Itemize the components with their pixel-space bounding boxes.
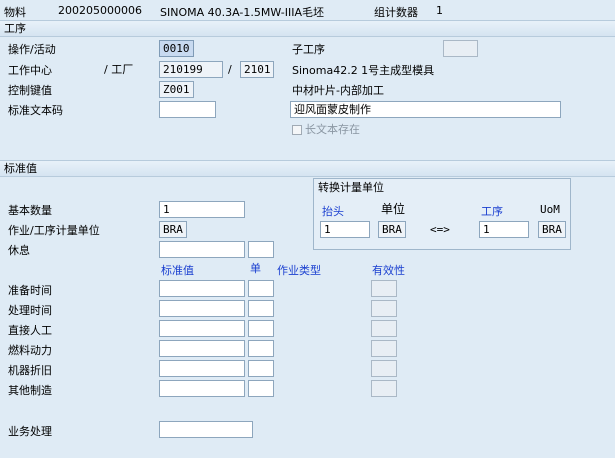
other-manufacturing-unit-field[interactable] — [248, 380, 274, 397]
column-header-effectivity: 有效性 — [372, 264, 405, 277]
fuel-power-unit-field[interactable] — [248, 340, 274, 357]
setup-time-effectivity-field[interactable] — [371, 280, 397, 297]
machine-depreciation-label: 机器折旧 — [8, 364, 52, 377]
control-key-field[interactable]: Z001 — [159, 81, 194, 98]
conversion-operation-unit-field[interactable]: BRA — [538, 221, 566, 238]
setup-time-label: 准备时间 — [8, 284, 52, 297]
std-text-field[interactable] — [159, 101, 216, 118]
plant-label: / 工厂 — [104, 63, 134, 76]
direct-labor-unit-field[interactable] — [248, 320, 274, 337]
operation-uom-label: 作业/工序计量单位 — [8, 224, 100, 237]
standard-values-section-header: 标准值 — [0, 160, 615, 177]
processing-time-value-field[interactable] — [159, 300, 245, 317]
long-text-checkbox[interactable] — [292, 125, 302, 135]
processing-time-label: 处理时间 — [8, 304, 52, 317]
conversion-operation-qty-field[interactable]: 1 — [479, 221, 529, 238]
work-center-label: 工作中心 — [8, 64, 52, 77]
fuel-power-value-field[interactable] — [159, 340, 245, 357]
base-quantity-field[interactable]: 1 — [159, 201, 245, 218]
conversion-arrow: <=> — [430, 223, 450, 236]
base-quantity-label: 基本数量 — [8, 204, 52, 217]
machine-depreciation-value-field[interactable] — [159, 360, 245, 377]
header-bar: 物料 200205000006 SINOMA 40.3A-1.5MW-IIIA毛… — [0, 0, 615, 22]
work-center-description: Sinoma42.2 1号主成型模具 — [292, 64, 435, 77]
machine-depreciation-unit-field[interactable] — [248, 360, 274, 377]
processing-time-effectivity-field[interactable] — [371, 300, 397, 317]
plant-separator: / — [228, 63, 232, 76]
break-unit-field[interactable] — [248, 241, 274, 258]
operation-text-field[interactable]: 迎风面蒙皮制作 — [290, 101, 561, 118]
other-manufacturing-label: 其他制造 — [8, 384, 52, 397]
column-header-unit: 单 — [250, 262, 261, 275]
fuel-power-effectivity-field[interactable] — [371, 340, 397, 357]
operation-section-title: 工序 — [4, 22, 26, 35]
other-manufacturing-effectivity-field[interactable] — [371, 380, 397, 397]
sub-operation-field[interactable] — [443, 40, 478, 57]
group-counter-label: 组计数器 — [374, 6, 418, 19]
direct-labor-label: 直接人工 — [8, 324, 52, 337]
standard-values-section-title: 标准值 — [4, 162, 37, 175]
conversion-header-qty-field[interactable]: 1 — [320, 221, 370, 238]
std-text-label: 标准文本码 — [8, 104, 63, 117]
column-header-std-value: 标准值 — [161, 264, 194, 277]
plant-field[interactable]: 2101 — [240, 61, 274, 78]
break-label: 休息 — [8, 244, 30, 257]
conversion-header-unit-field[interactable]: BRA — [378, 221, 406, 238]
sub-operation-label: 子工序 — [292, 43, 325, 56]
conversion-unit-label: 单位 — [381, 202, 406, 216]
conversion-header-label: 抬头 — [322, 205, 344, 218]
operation-uom-field[interactable]: BRA — [159, 221, 187, 238]
column-header-activity-type: 作业类型 — [277, 264, 321, 277]
activity-label: 操作/活动 — [8, 43, 56, 56]
machine-depreciation-effectivity-field[interactable] — [371, 360, 397, 377]
control-key-description: 中材叶片-内部加工 — [292, 84, 384, 97]
activity-field[interactable]: 0010 — [159, 40, 194, 57]
conversion-operation-label: 工序 — [481, 205, 503, 218]
direct-labor-value-field[interactable] — [159, 320, 245, 337]
break-value-field[interactable] — [159, 241, 245, 258]
material-label: 物料 — [4, 6, 26, 19]
setup-time-unit-field[interactable] — [248, 280, 274, 297]
business-process-label: 业务处理 — [8, 425, 52, 438]
setup-time-value-field[interactable] — [159, 280, 245, 297]
conversion-uom-label: UoM — [540, 203, 560, 216]
business-process-field[interactable] — [159, 421, 253, 438]
direct-labor-effectivity-field[interactable] — [371, 320, 397, 337]
processing-time-unit-field[interactable] — [248, 300, 274, 317]
material-number: 200205000006 — [58, 4, 142, 17]
operation-section-header: 工序 — [0, 20, 615, 37]
work-center-field[interactable]: 210199 — [159, 61, 223, 78]
other-manufacturing-value-field[interactable] — [159, 380, 245, 397]
control-key-label: 控制键值 — [8, 84, 52, 97]
group-counter-value: 1 — [436, 4, 443, 17]
conversion-box-title: 转换计量单位 — [318, 181, 384, 194]
fuel-power-label: 燃料动力 — [8, 344, 52, 357]
long-text-label: 长文本存在 — [305, 123, 360, 136]
material-description: SINOMA 40.3A-1.5MW-IIIA毛坯 — [160, 6, 325, 19]
